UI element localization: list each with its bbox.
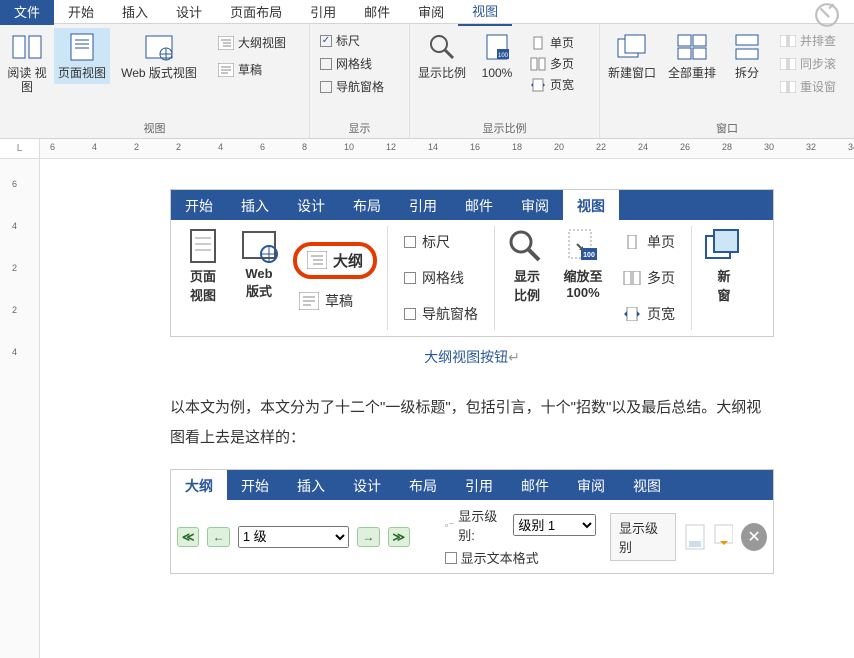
emb2-tab-view: 视图: [619, 470, 675, 500]
embedded-ribbon-image-2: 大纲 开始 插入 设计 布局 引用 邮件 审阅 视图 ≪ ← 1 级 → ≫: [170, 469, 774, 574]
page-width-button[interactable]: 页宽: [526, 74, 578, 95]
tab-mail[interactable]: 邮件: [350, 0, 404, 25]
emb1-zoom: 显示 比例: [499, 226, 555, 330]
close-icon: ✕: [741, 523, 767, 551]
svg-text:100: 100: [583, 252, 595, 259]
demote-to-body-icon: ≫: [388, 527, 410, 547]
doc-icon: [684, 523, 704, 551]
emb1-tab-refs: 引用: [395, 190, 451, 220]
promote-to-top-icon: ≪: [177, 527, 199, 547]
document-scroll-area: 64224 开始 插入 设计 布局 引用 邮件 审阅 视图 页面 视图: [0, 159, 854, 658]
show-level-tooltip: 显示级别: [610, 513, 676, 561]
show-text-format-label: 显示文本格式: [461, 548, 539, 567]
one-page-button[interactable]: 单页: [526, 32, 578, 53]
emb2-tab-review: 审阅: [563, 470, 619, 500]
split-button[interactable]: 拆分: [724, 28, 770, 84]
emb1-nav-check: 导航窗格: [398, 300, 484, 328]
arrange-all-button[interactable]: 全部重排: [664, 28, 720, 84]
web-view-button[interactable]: Web 版式视图: [114, 28, 204, 84]
show-group-label: 显示: [314, 118, 405, 136]
new-window-button[interactable]: 新建窗口: [604, 28, 660, 84]
tab-review[interactable]: 审阅: [404, 0, 458, 25]
demote-icon: →: [357, 527, 379, 547]
window-group-label: 窗口: [604, 118, 850, 136]
ribbon-group-show: 标尺 网格线 导航窗格 显示: [310, 24, 410, 138]
ribbon-group-zoom: 显示比例 100 100% 单页 多页 页宽 显示比例: [410, 24, 600, 138]
navpane-checkbox[interactable]: 导航窗格: [320, 78, 384, 95]
emb2-tab-mail: 邮件: [507, 470, 563, 500]
caption-outline-button: 大纲视图按钮↵: [170, 347, 774, 367]
emb1-tab-start: 开始: [171, 190, 227, 220]
tab-insert[interactable]: 插入: [108, 0, 162, 25]
emb2-tab-refs: 引用: [451, 470, 507, 500]
emb1-draft: 草稿: [293, 287, 377, 315]
zoom-group-label: 显示比例: [414, 118, 595, 136]
outline-view-button[interactable]: 大纲视图: [214, 32, 290, 53]
emb2-tab-insert: 插入: [283, 470, 339, 500]
page-view-button[interactable]: 页面视图: [54, 28, 110, 84]
help-icon[interactable]: [814, 2, 840, 28]
draft-view-button[interactable]: 草稿: [214, 59, 290, 80]
zoom-button[interactable]: 显示比例: [414, 28, 470, 84]
svg-text:100: 100: [498, 53, 509, 59]
emb1-tab-design: 设计: [283, 190, 339, 220]
vertical-ruler[interactable]: 64224: [0, 159, 40, 658]
emb1-page-width: 页宽: [617, 300, 681, 328]
emb2-tab-outline: 大纲: [171, 470, 227, 500]
reading-view-button[interactable]: 阅读 视图: [4, 28, 50, 99]
body-paragraph: 以本文为例，本文分为了十二个"一级标题"，包括引言，十个"招数"以及最后总结。大…: [170, 393, 774, 453]
ribbon-group-window: 新建窗口 全部重排 拆分 并排查 同步滚 重设窗 窗口: [600, 24, 854, 138]
emb1-tab-mail: 邮件: [451, 190, 507, 220]
promote-icon: ←: [207, 527, 229, 547]
tab-design[interactable]: 设计: [162, 0, 216, 25]
emb1-tabs: 开始 插入 设计 布局 引用 邮件 审阅 视图: [171, 190, 773, 220]
emb1-tab-view: 视图: [563, 190, 619, 220]
side-by-side-button[interactable]: 并排查: [776, 32, 840, 49]
reset-position-button[interactable]: 重设窗: [776, 78, 840, 95]
emb1-tab-insert: 插入: [227, 190, 283, 220]
show-level-label: 显示级别:: [458, 506, 509, 544]
tab-page-layout[interactable]: 页面布局: [216, 0, 296, 25]
top-tab-strip: 文件 开始 插入 设计 页面布局 引用 邮件 审阅 视图: [0, 0, 854, 24]
emb2-tab-layout: 布局: [395, 470, 451, 500]
embedded-ribbon-image-1: 开始 插入 设计 布局 引用 邮件 审阅 视图 页面 视图 Web 版式: [170, 189, 774, 337]
ribbon-group-views: 阅读 视图 页面视图 Web 版式视图 大纲视图 草稿 视图: [0, 24, 310, 138]
tab-file[interactable]: 文件: [0, 0, 54, 25]
outline-level-select: 1 级: [238, 526, 349, 548]
emb1-ruler-check: 标尺: [398, 228, 484, 256]
emb1-outline-circled: 大纲: [293, 242, 377, 279]
emb1-zoom-100: 100 缩放至 100%: [555, 226, 611, 330]
show-level-select: 级别 1: [513, 514, 596, 536]
emb1-one-page: 单页: [617, 228, 681, 256]
tab-references[interactable]: 引用: [296, 0, 350, 25]
horizontal-ruler[interactable]: 642246810121416182022242628303234: [40, 139, 854, 159]
emb1-new-window: 新 窗: [696, 226, 752, 330]
ruler-row: L 642246810121416182022242628303234: [0, 139, 854, 159]
gridlines-checkbox[interactable]: 网格线: [320, 55, 384, 72]
emb1-page-view: 页面 视图: [175, 226, 231, 330]
ruler-checkbox[interactable]: 标尺: [320, 32, 384, 49]
zoom-100-button[interactable]: 100 100%: [474, 28, 520, 84]
sync-scroll-button[interactable]: 同步滚: [776, 55, 840, 72]
emb2-tab-start: 开始: [227, 470, 283, 500]
emb1-tab-review: 审阅: [507, 190, 563, 220]
emb2-toolbar: ≪ ← 1 级 → ≫ ◦⁻ 显示级别: 级别 1: [171, 500, 773, 573]
ruler-corner: L: [0, 139, 40, 159]
emb1-multi-page: 多页: [617, 264, 681, 292]
emb1-grid-check: 网格线: [398, 264, 484, 292]
tab-view[interactable]: 视图: [458, 0, 512, 26]
emb1-web-view: Web 版式: [231, 226, 287, 330]
emb1-tab-layout: 布局: [339, 190, 395, 220]
page: 开始 插入 设计 布局 引用 邮件 审阅 视图 页面 视图 Web 版式: [40, 159, 854, 658]
tab-start[interactable]: 开始: [54, 0, 108, 25]
doc-down-icon: [713, 523, 733, 551]
emb2-tabs: 大纲 开始 插入 设计 布局 引用 邮件 审阅 视图: [171, 470, 773, 500]
ribbon: 阅读 视图 页面视图 Web 版式视图 大纲视图 草稿 视图: [0, 24, 854, 139]
multi-page-button[interactable]: 多页: [526, 53, 578, 74]
emb2-tab-design: 设计: [339, 470, 395, 500]
views-group-label: 视图: [4, 118, 305, 136]
